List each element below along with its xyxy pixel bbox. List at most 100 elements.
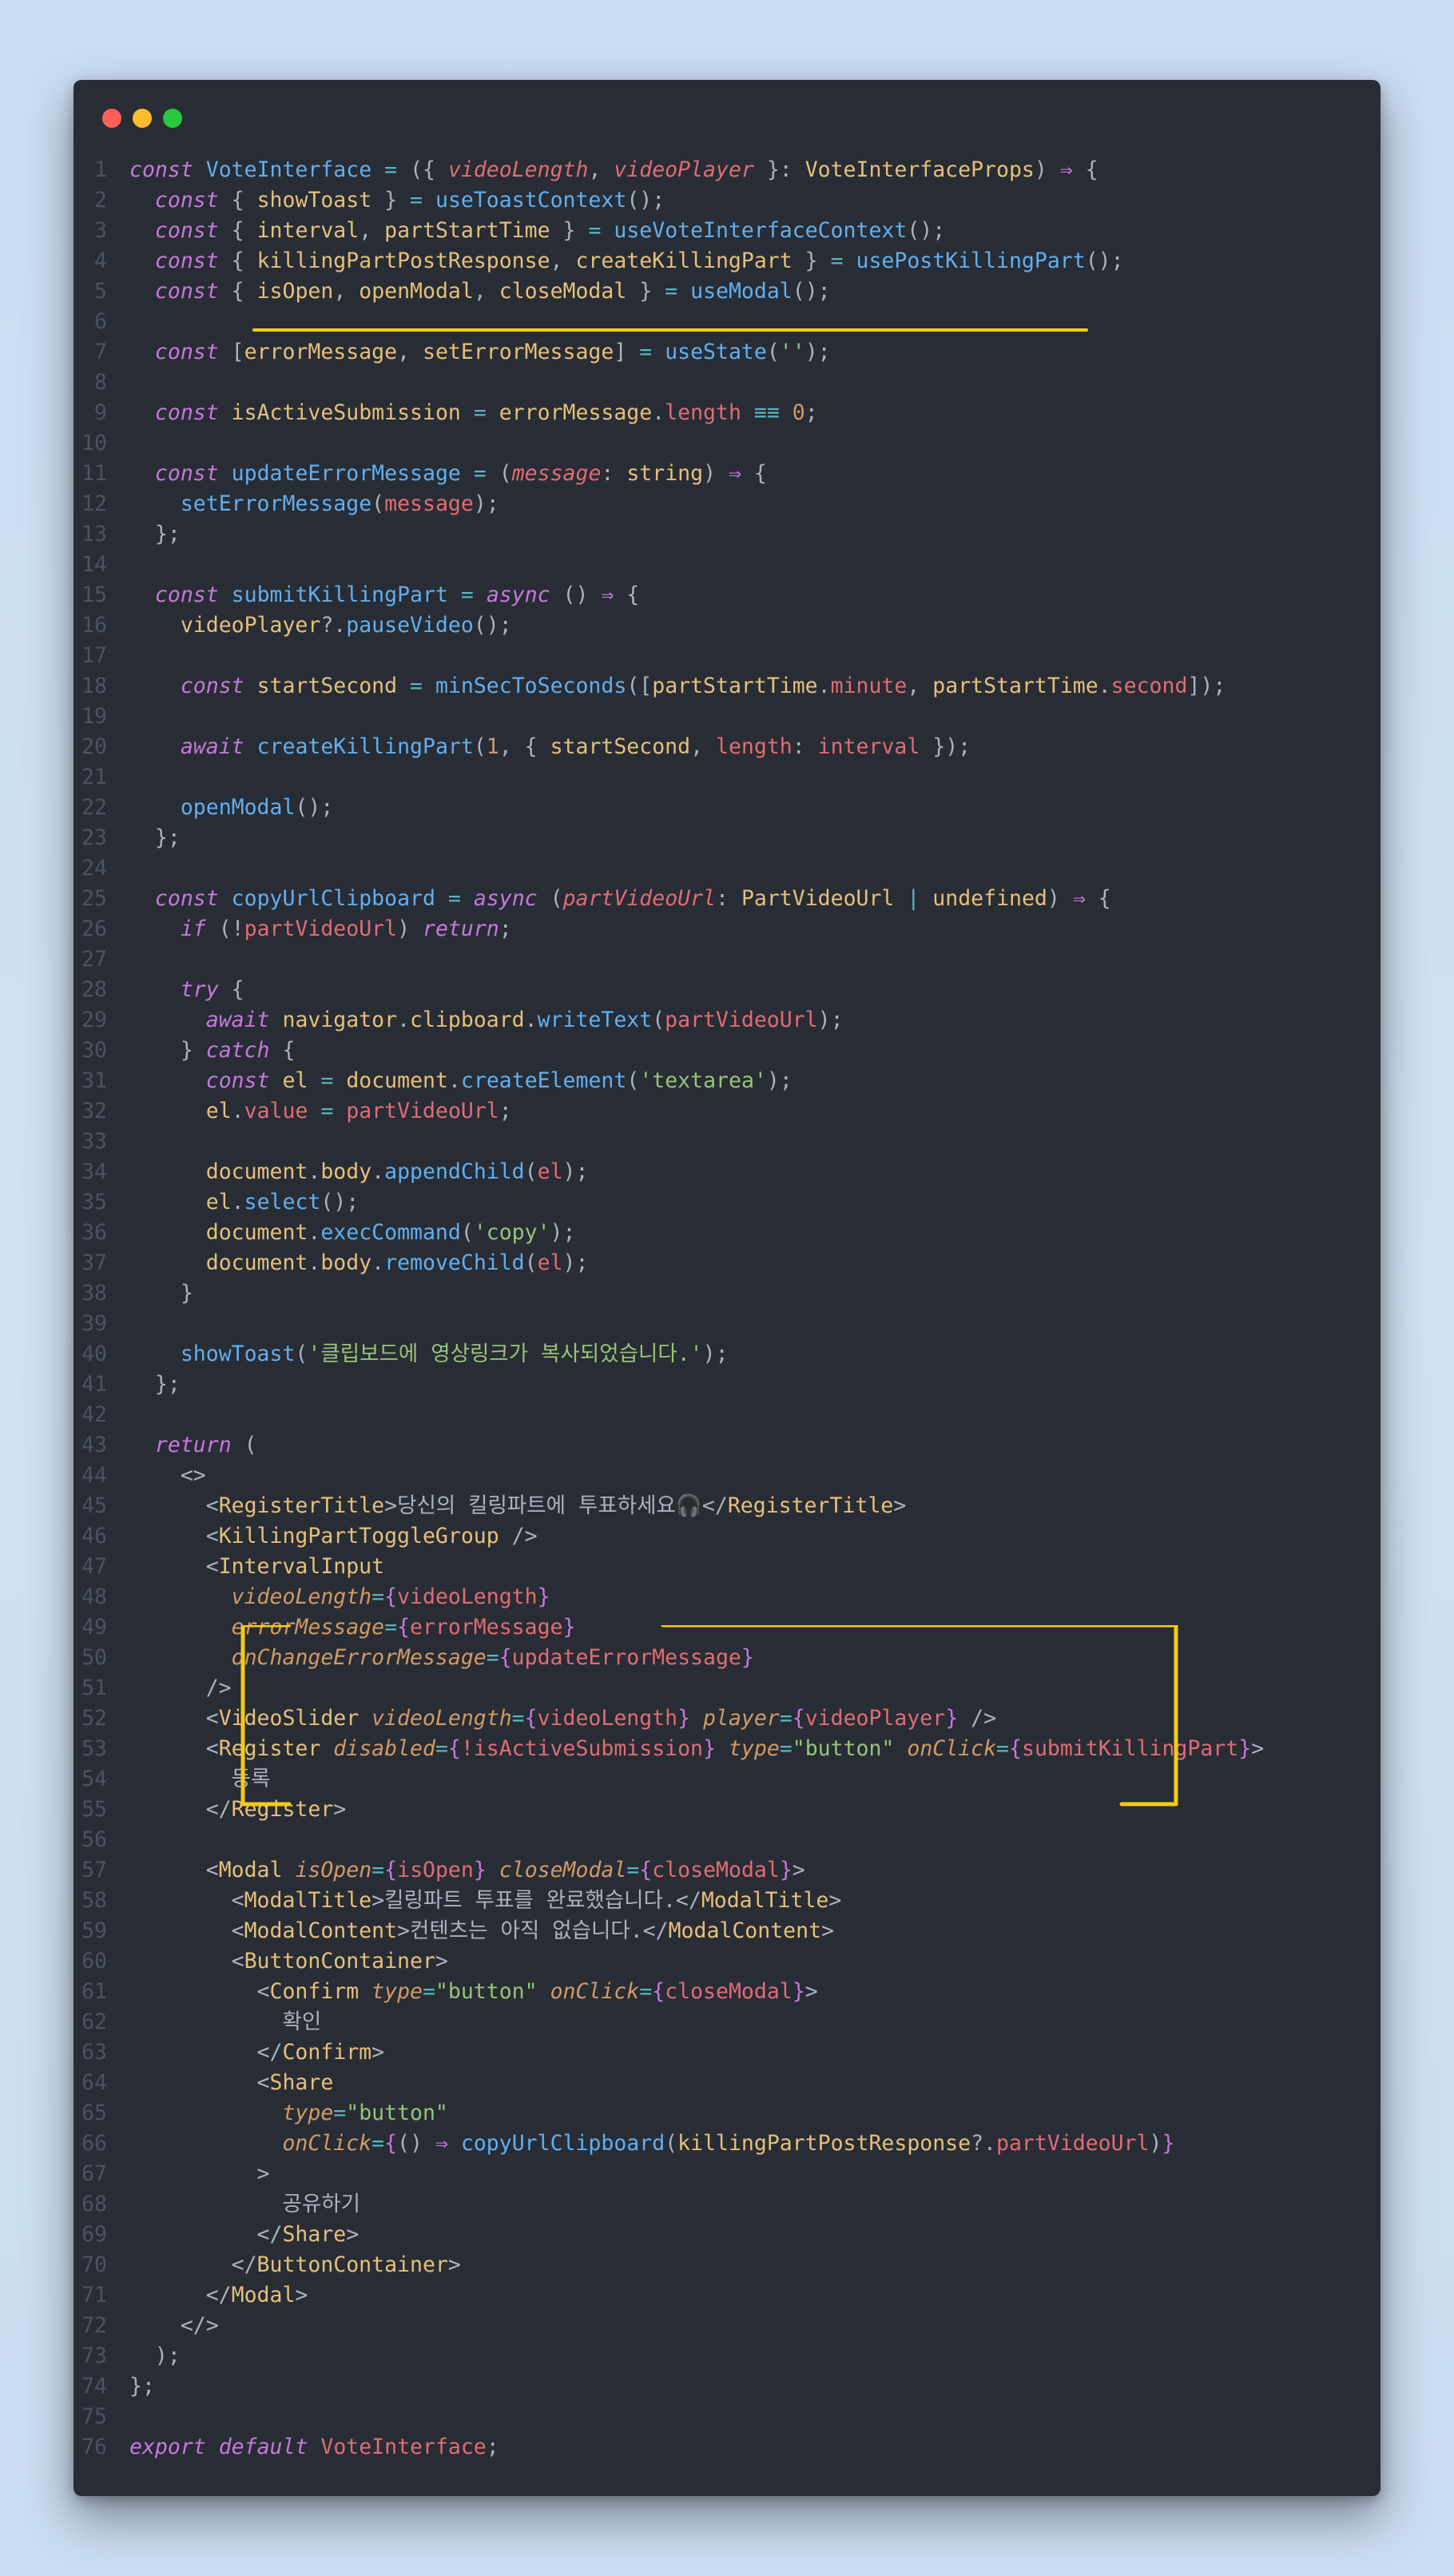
code-line: 34 document.body.appendChild(el);: [73, 1157, 1381, 1187]
code-token: {: [614, 582, 640, 607]
code-token: (: [460, 1220, 474, 1245]
code-token: undefined: [932, 886, 1047, 911]
code-token: const: [154, 886, 219, 911]
code-token: (): [397, 2131, 435, 2156]
close-dot-icon[interactable]: [102, 109, 121, 128]
line-number: 11: [81, 461, 107, 486]
code-token: >: [295, 2283, 308, 2308]
code-token: minute: [830, 674, 908, 698]
code-token: ⇒: [728, 461, 741, 486]
code-token: partVideoUrl: [665, 1008, 818, 1032]
code-token: useModal: [690, 279, 793, 304]
line-text: setErrorMessage(message);: [129, 491, 499, 516]
code-token: =: [320, 1099, 334, 1123]
code-token: .: [308, 1159, 321, 1184]
code-token: <: [129, 1979, 270, 2004]
code-token: );: [562, 1159, 589, 1184]
code-token: body: [320, 1159, 372, 1184]
code-token: }: [473, 1858, 487, 1882]
line-text: }: [129, 1281, 193, 1306]
code-token: showToast: [180, 1342, 296, 1366]
code-token: ): [397, 916, 423, 941]
code-token: (: [537, 886, 563, 911]
line-text: };: [129, 1372, 181, 1397]
code-token: showToast: [256, 188, 372, 213]
code-line: 1 const VoteInterface = ({ videoLength, v…: [73, 155, 1381, 185]
line-number: 23: [81, 825, 107, 850]
code-token: .: [1098, 674, 1111, 698]
code-token: type: [371, 1979, 423, 2004]
code-token: closeModal: [499, 279, 627, 304]
line-text: await navigator.clipboard.writeText(part…: [129, 1008, 844, 1032]
line-number: 20: [81, 734, 107, 759]
code-token: ?.: [971, 2131, 997, 2156]
line-number: 3: [94, 218, 107, 243]
code-token: <: [129, 1736, 219, 1761]
code-line: 11 const updateErrorMessage = (message: …: [73, 459, 1381, 489]
line-number: 60: [81, 1949, 107, 1974]
line-number: 18: [81, 674, 107, 698]
code-line: 38 }: [73, 1278, 1381, 1309]
minimize-dot-icon[interactable]: [133, 109, 152, 128]
line-text: document.body.appendChild(el);: [129, 1159, 589, 1184]
code-token: ModalTitle: [244, 1888, 372, 1913]
code-token: el: [537, 1250, 563, 1275]
line-number: 2: [94, 188, 107, 213]
line-number: 64: [81, 2070, 107, 2095]
code-token: el: [537, 1159, 563, 1184]
code-token: }: [129, 1281, 193, 1306]
code-line: 15 const submitKillingPart = async () ⇒ …: [73, 580, 1381, 610]
code-token: .: [371, 1250, 385, 1275]
code-token: async: [473, 886, 538, 911]
line-number: 55: [81, 1797, 107, 1822]
code-token: =: [473, 400, 487, 425]
code-token: Confirm: [282, 2040, 372, 2065]
code-token: ⇒: [1059, 157, 1073, 182]
line-number: 67: [81, 2161, 107, 2186]
code-token: =: [410, 188, 423, 213]
highlight-box: [240, 1625, 1178, 1807]
code-token: );: [550, 1220, 576, 1245]
line-number: 34: [81, 1159, 107, 1184]
code-line: 61 <Confirm type="button" onClick={close…: [73, 1977, 1381, 2007]
maximize-dot-icon[interactable]: [163, 109, 182, 128]
code-line: 7 const [errorMessage, setErrorMessage] …: [73, 337, 1381, 368]
code-token: return: [154, 1433, 232, 1457]
code-token: Modal: [218, 1858, 283, 1882]
code-token: ;: [804, 400, 818, 425]
line-number: 70: [81, 2252, 107, 2277]
code-line: 71 </Modal>: [73, 2280, 1381, 2311]
line-text: >: [129, 2161, 270, 2186]
code-token: ButtonContainer: [244, 1949, 435, 1974]
code-line: 12 setErrorMessage(message);: [73, 489, 1381, 519]
code-line: 22 openModal();: [73, 793, 1381, 823]
code-token: =: [371, 1858, 385, 1882]
code-token: );: [702, 1342, 729, 1366]
code-line: 25 const copyUrlClipboard = async (partV…: [73, 884, 1381, 914]
line-number: 26: [81, 916, 107, 941]
code-token: second: [1110, 674, 1188, 698]
code-token: partStartTime: [384, 218, 550, 243]
code-token: ]: [614, 340, 640, 364]
code-line: 5 const { isOpen, openModal, closeModal …: [73, 276, 1381, 307]
line-number: 13: [81, 522, 107, 547]
code-line: 6: [73, 307, 1381, 337]
line-number: 51: [81, 1676, 107, 1700]
code-token: {: [1072, 157, 1098, 182]
code-token: async: [486, 582, 550, 607]
code-line: 10: [73, 428, 1381, 459]
line-number: 44: [81, 1463, 107, 1488]
code-token: ): [1149, 2131, 1162, 2156]
code-token: Share: [282, 2222, 347, 2247]
